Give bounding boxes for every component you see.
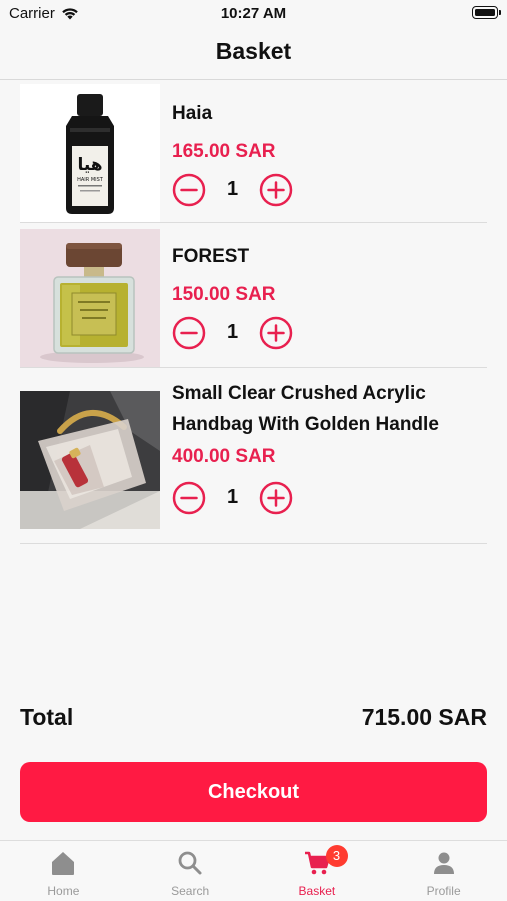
quantity-stepper: 1 [172, 173, 294, 207]
product-price: 165.00 SAR [172, 141, 276, 162]
basket-item[interactable]: Small Clear Crushed Acrylic Handbag With… [20, 368, 487, 544]
product-name: Haia [172, 103, 213, 124]
total-label: Total [20, 704, 74, 730]
product-image [20, 229, 160, 367]
bottle-label-arabic: هيا [77, 155, 102, 175]
quantity-value: 1 [226, 486, 239, 508]
minus-circle-icon[interactable] [172, 316, 206, 350]
plus-circle-icon[interactable] [259, 173, 293, 207]
total-value: 715.00 SAR [361, 704, 487, 730]
checkout-button[interactable]: Checkout [20, 762, 487, 822]
search-icon [178, 851, 202, 875]
cart-count-badge: 3 [325, 845, 348, 867]
tab-label: Basket [298, 884, 336, 898]
minus-circle-icon[interactable] [172, 173, 206, 207]
tab-profile[interactable]: Profile [380, 841, 507, 901]
product-name: Small Clear Crushed Acrylic Handbag With… [172, 383, 439, 435]
page-title: Basket [215, 38, 292, 64]
battery-icon [472, 6, 501, 19]
tab-label: Profile [426, 884, 461, 898]
bottle-label-text: HAIR MIST [77, 177, 104, 183]
basket-list: هيا HAIR MIST Haia 165.00 SAR 1 FOREST 1… [20, 80, 487, 544]
home-icon [52, 852, 75, 875]
tab-home[interactable]: Home [0, 841, 127, 901]
quantity-value: 1 [226, 321, 239, 343]
product-image: هيا HAIR MIST [20, 84, 160, 222]
tab-label: Search [171, 884, 210, 898]
product-price: 400.00 SAR [172, 446, 276, 467]
status-bar: Carrier 10:27 AM [0, 0, 507, 28]
status-time: 10:27 AM [220, 5, 287, 22]
plus-circle-icon[interactable] [259, 316, 293, 350]
product-image [20, 391, 160, 529]
tab-label: Home [47, 884, 80, 898]
tab-bar: Home Search 3 Basket Profile [0, 840, 507, 901]
basket-item[interactable]: هيا HAIR MIST Haia 165.00 SAR 1 [20, 80, 487, 223]
product-price: 150.00 SAR [172, 284, 276, 305]
quantity-stepper: 1 [172, 481, 294, 515]
quantity-value: 1 [226, 178, 239, 200]
tab-search[interactable]: Search [127, 841, 254, 901]
tab-basket[interactable]: 3 Basket [254, 841, 381, 901]
person-icon [433, 852, 454, 874]
plus-circle-icon[interactable] [259, 481, 293, 515]
minus-circle-icon[interactable] [172, 481, 206, 515]
product-name: FOREST [172, 246, 250, 267]
navigation-bar: Basket [0, 28, 507, 80]
quantity-stepper: 1 [172, 316, 294, 350]
basket-item[interactable]: FOREST 150.00 SAR 1 [20, 223, 487, 368]
